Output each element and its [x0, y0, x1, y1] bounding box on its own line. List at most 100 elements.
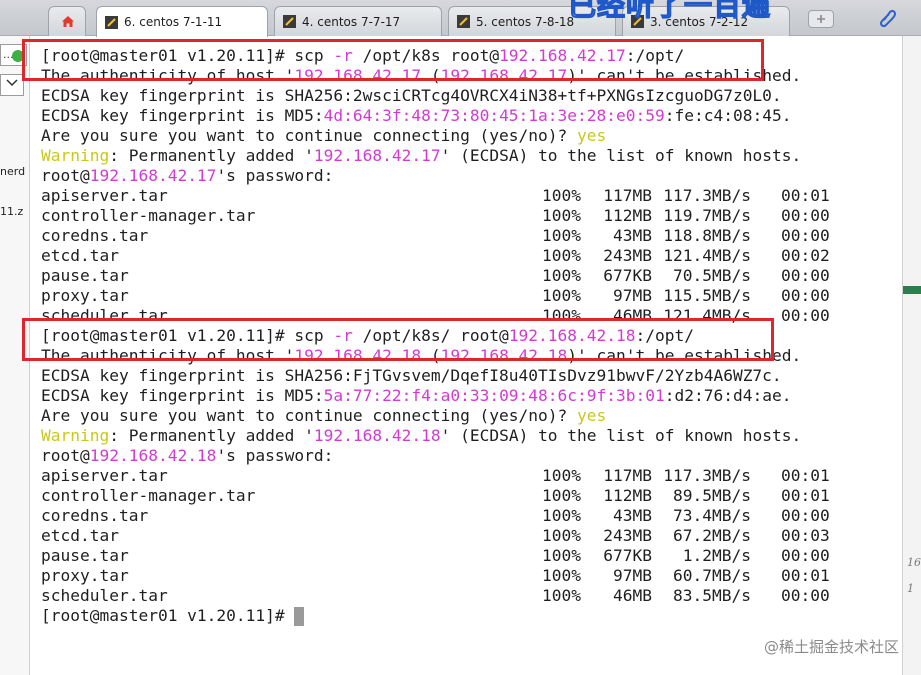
terminal-icon — [283, 15, 296, 28]
terminal-icon — [457, 15, 470, 28]
transfer-percent: 100% — [542, 466, 581, 485]
transfer-percent: 100% — [542, 226, 581, 245]
transfer-percent: 100% — [542, 486, 581, 505]
transfer-percent: 100% — [542, 266, 581, 285]
file-size: 243MB — [603, 246, 652, 265]
sha-line-1: ECDSA key fingerprint is SHA256:2wsciCRT… — [41, 86, 782, 105]
transfer-row: proxy.tar 100% 97MB 115.5MB/s 00:00 — [41, 286, 861, 306]
transfer-percent: 100% — [542, 526, 581, 545]
transfer-speed: 118.8MB/s — [663, 226, 751, 245]
file-name: etcd.tar — [41, 526, 119, 545]
file-name: etcd.tar — [41, 246, 119, 265]
file-size: 43MB — [613, 226, 652, 245]
file-size: 46MB — [613, 306, 652, 325]
transfer-row: etcd.tar 100% 243MB 121.4MB/s 00:02 — [41, 246, 861, 266]
transfer-percent: 100% — [542, 566, 581, 585]
transfer-row: scheduler.tar 100% 46MB 121.4MB/s 00:00 — [41, 306, 861, 326]
transfer-percent: 100% — [542, 186, 581, 205]
transfer-speed: 119.7MB/s — [663, 206, 751, 225]
transfer-row: etcd.tar 100% 243MB 67.2MB/s 00:03 — [41, 526, 861, 546]
tab-label: 6. centos 7-1-11 — [124, 15, 223, 29]
transfer-percent: 100% — [542, 306, 581, 325]
transfer-percent: 100% — [542, 246, 581, 265]
file-name: proxy.tar — [41, 286, 129, 305]
transfer-row: coredns.tar 100% 43MB 73.4MB/s 00:00 — [41, 506, 861, 526]
transfer-speed: 121.4MB/s — [663, 306, 751, 325]
file-size: 243MB — [603, 526, 652, 545]
file-size: 117MB — [603, 466, 652, 485]
file-size: 112MB — [603, 206, 652, 225]
transfer-row: coredns.tar 100% 43MB 118.8MB/s 00:00 — [41, 226, 861, 246]
file-size: 97MB — [613, 566, 652, 585]
file-size: 97MB — [613, 286, 652, 305]
transfer-speed: 1.2MB/s — [682, 546, 751, 565]
tab-centos-7-7-17[interactable]: 4. centos 7-7-17 — [274, 6, 442, 36]
file-name: pause.tar — [41, 266, 129, 285]
md5-line-2: ECDSA key fingerprint is MD5:5a:77:22:f4… — [41, 386, 792, 405]
plus-icon — [817, 15, 825, 23]
right-text-1: 16 — [907, 556, 921, 569]
confirm-line-1: Are you sure you want to continue connec… — [41, 126, 607, 145]
overlay-caption: 已经听了一百遍 — [567, 0, 772, 23]
password-line-2: root@192.168.42.18's password: — [41, 446, 334, 465]
terminal[interactable]: [root@master01 v1.20.11]# scp -r /opt/k8… — [30, 37, 902, 675]
attach-button[interactable] — [876, 6, 900, 30]
tab-centos-7-1-11[interactable]: 6. centos 7-1-11 — [96, 6, 268, 37]
warning-line-1: Warning: Permanently added '192.168.42.1… — [41, 146, 802, 165]
file-name: scheduler.tar — [41, 586, 168, 605]
home-icon — [61, 15, 74, 28]
confirm-line-2: Are you sure you want to continue connec… — [41, 406, 607, 425]
sha-line-2: ECDSA key fingerprint is SHA256:FjTGvsve… — [41, 366, 782, 385]
transfer-speed: 60.7MB/s — [673, 566, 751, 585]
transfer-speed: 117.3MB/s — [663, 186, 751, 205]
transfer-percent: 100% — [542, 546, 581, 565]
transfer-time: 00:00 — [781, 206, 830, 225]
file-size: 112MB — [603, 486, 652, 505]
command-line-2: [root@master01 v1.20.11]# scp -r /opt/k8… — [41, 326, 694, 345]
file-size: 46MB — [613, 586, 652, 605]
right-accent-bar — [903, 286, 921, 294]
file-name: apiserver.tar — [41, 186, 168, 205]
file-size: 677KB — [603, 266, 652, 285]
file-name: apiserver.tar — [41, 466, 168, 485]
transfer-time: 00:00 — [781, 586, 830, 605]
transfer-time: 00:00 — [781, 266, 830, 285]
background-window-right: 16 1 — [902, 36, 921, 675]
transfer-speed: 70.5MB/s — [673, 266, 751, 285]
command-line-1: [root@master01 v1.20.11]# scp -r /opt/k8… — [41, 46, 685, 65]
paperclip-icon — [879, 9, 897, 28]
tab-label: 4. centos 7-7-17 — [302, 14, 401, 29]
right-text-2: 1 — [907, 582, 914, 595]
transfer-row: scheduler.tar 100% 46MB 83.5MB/s 00:00 — [41, 586, 861, 606]
terminal-icon — [105, 15, 118, 29]
left-text-1: nerd — [0, 165, 26, 178]
transfer-speed: 73.4MB/s — [673, 506, 751, 525]
file-size: 43MB — [613, 506, 652, 525]
transfer-row: controller-manager.tar 100% 112MB 119.7MB/s… — [41, 206, 861, 226]
watermark: @稀土掘金技术社区 — [763, 638, 899, 656]
tab-home[interactable] — [48, 6, 86, 36]
transfer-percent: 100% — [542, 586, 581, 605]
dropdown[interactable] — [0, 74, 24, 96]
transfer-row: apiserver.tar 100% 117MB 117.3MB/s 00:01 — [41, 466, 861, 486]
transfer-speed: 83.5MB/s — [673, 586, 751, 605]
transfer-row: proxy.tar 100% 97MB 60.7MB/s 00:01 — [41, 566, 861, 586]
transfer-percent: 100% — [542, 286, 581, 305]
transfer-time: 00:01 — [781, 466, 830, 485]
auth-line-2: The authenticity of host '192.168.42.18 … — [41, 346, 802, 365]
chevron-down-icon — [6, 79, 18, 87]
left-text-2: 11.z — [0, 205, 24, 218]
tab-label: 5. centos 7-8-18 — [476, 14, 575, 29]
file-name: proxy.tar — [41, 566, 129, 585]
transfer-speed: 121.4MB/s — [663, 246, 751, 265]
transfer-speed: 89.5MB/s — [673, 486, 751, 505]
transfer-time: 00:02 — [781, 246, 830, 265]
terminal-cursor — [294, 607, 305, 626]
final-prompt-line[interactable]: [root@master01 v1.20.11]# — [41, 606, 305, 626]
file-name: scheduler.tar — [41, 306, 168, 325]
auth-line-1: The authenticity of host '192.168.42.17 … — [41, 66, 802, 85]
background-window-left: ... nerd 11.z — [0, 36, 30, 675]
transfer-time: 00:01 — [781, 486, 830, 505]
new-tab-button[interactable] — [808, 10, 834, 28]
transfer-row: pause.tar 100% 677KB 70.5MB/s 00:00 — [41, 266, 861, 286]
